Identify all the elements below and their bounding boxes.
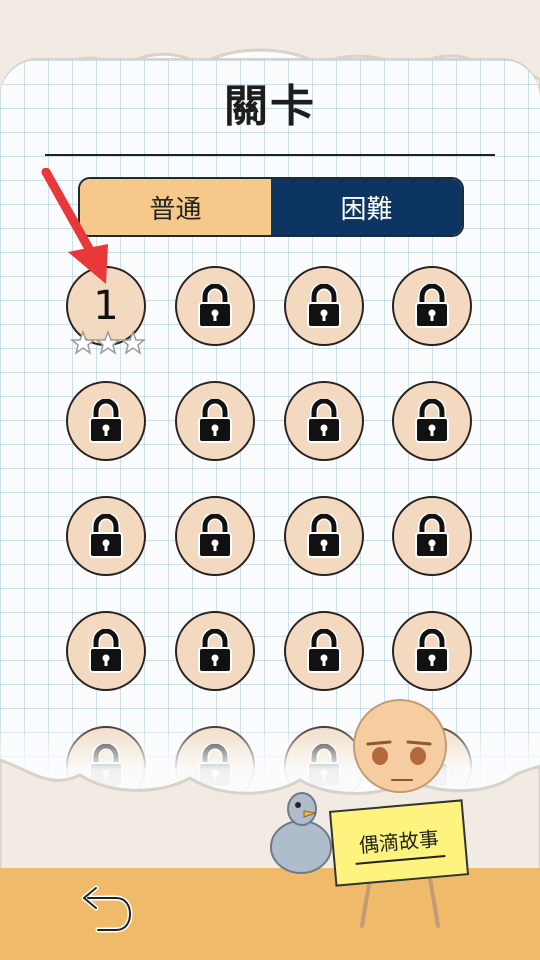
level-locked-button[interactable]: [392, 266, 472, 346]
star-icon: [119, 330, 146, 355]
difficulty-tabs: 普通 困難: [78, 177, 464, 237]
level-locked-button[interactable]: [66, 611, 146, 691]
tab-hard[interactable]: 困難: [271, 179, 462, 235]
level-locked-button[interactable]: [284, 266, 364, 346]
level-locked-button[interactable]: [284, 496, 364, 576]
level-locked-button[interactable]: [175, 496, 255, 576]
page-title: 關卡: [224, 81, 316, 132]
lock-icon: [415, 514, 449, 558]
lock-icon: [89, 629, 123, 673]
back-button[interactable]: [74, 884, 134, 934]
lock-icon: [415, 629, 449, 673]
lock-icon: [415, 399, 449, 443]
title-divider: [45, 154, 495, 156]
level-locked-button[interactable]: [284, 611, 364, 691]
level-number: 1: [93, 283, 119, 329]
level-locked-button[interactable]: [66, 496, 146, 576]
level-locked-button[interactable]: [175, 266, 255, 346]
level-locked-button[interactable]: [392, 496, 472, 576]
level-locked-button[interactable]: [175, 381, 255, 461]
lock-icon: [198, 514, 232, 558]
lock-icon: [307, 629, 341, 673]
undo-arrow-icon: [81, 885, 133, 933]
level-locked-button[interactable]: [66, 381, 146, 461]
lock-icon: [307, 514, 341, 558]
lock-icon: [198, 399, 232, 443]
level-locked-button[interactable]: [284, 381, 364, 461]
story-sign-label: 偶滴故事: [357, 826, 440, 857]
level-locked-button[interactable]: [392, 611, 472, 691]
star-icon: [94, 330, 122, 355]
level-locked-button[interactable]: [175, 611, 255, 691]
star-icon: [70, 330, 97, 355]
lock-icon: [307, 284, 341, 328]
lock-icon: [198, 284, 232, 328]
lock-icon: [415, 284, 449, 328]
lock-icon: [198, 629, 232, 673]
pointer-arrow-icon: [41, 168, 108, 284]
lock-icon: [89, 514, 123, 558]
level-1-stars: [70, 330, 146, 355]
level-locked-button[interactable]: [392, 381, 472, 461]
story-sign[interactable]: 偶滴故事: [328, 799, 470, 887]
pigeon-mascot: [270, 792, 332, 874]
lock-icon: [307, 399, 341, 443]
lock-icon: [89, 399, 123, 443]
